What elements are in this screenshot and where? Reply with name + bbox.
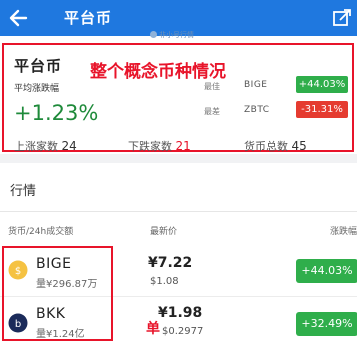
avg-change-label: 平均涨跌幅 bbox=[14, 84, 60, 94]
down-count: 21 bbox=[175, 139, 191, 153]
column-header-coin[interactable]: 货币/24h成交额 bbox=[8, 224, 73, 237]
worst-label: 最差 bbox=[204, 107, 220, 116]
section-gap bbox=[0, 154, 357, 163]
best-change-badge: +44.03% bbox=[296, 76, 348, 93]
worst-change-badge: -31.31% bbox=[296, 101, 348, 118]
row-2-price: ¥1.98 bbox=[158, 305, 203, 321]
row-1-usd: $1.08 bbox=[150, 276, 179, 287]
concept-summary-card: 平台币 平均涨跌幅 +1.23% 整个概念币种情况 最佳 BIGE +44.03… bbox=[2, 43, 354, 153]
up-count-stat: 上涨家数 24 bbox=[14, 139, 77, 153]
annotation-text: 整个概念币种情况 bbox=[90, 62, 226, 82]
total-count-stat: 货币总数 45 bbox=[244, 139, 307, 153]
watermark-logo-icon bbox=[150, 31, 157, 38]
divider bbox=[0, 211, 357, 212]
red-mark: 单 bbox=[146, 321, 160, 337]
row-2-change-badge[interactable]: +32.49% bbox=[296, 312, 357, 336]
market-section-title: 行情 bbox=[10, 184, 37, 199]
page-title: 平台币 bbox=[64, 9, 113, 27]
avg-change-value: +1.23% bbox=[14, 101, 99, 125]
total-count: 45 bbox=[291, 139, 307, 153]
best-symbol[interactable]: BIGE bbox=[244, 80, 268, 90]
concept-name: 平台币 bbox=[14, 57, 63, 75]
arrow-left-icon[interactable] bbox=[6, 6, 32, 30]
highlight-frame bbox=[2, 246, 113, 341]
up-count: 24 bbox=[61, 139, 77, 153]
best-label: 最佳 bbox=[204, 82, 220, 91]
worst-symbol[interactable]: ZBTC bbox=[244, 105, 270, 115]
share-icon[interactable] bbox=[331, 7, 353, 29]
row-1-price: ¥7.22 bbox=[148, 255, 193, 271]
down-count-stat: 下跌家数 21 bbox=[128, 139, 191, 153]
row-2-usd: $0.2977 bbox=[162, 326, 204, 337]
column-header-price[interactable]: 最新价 bbox=[150, 224, 177, 237]
watermark: 非小号行情 bbox=[150, 30, 194, 40]
column-header-change[interactable]: 涨跌幅 bbox=[330, 224, 357, 237]
row-1-change-badge[interactable]: +44.03% bbox=[296, 259, 357, 283]
